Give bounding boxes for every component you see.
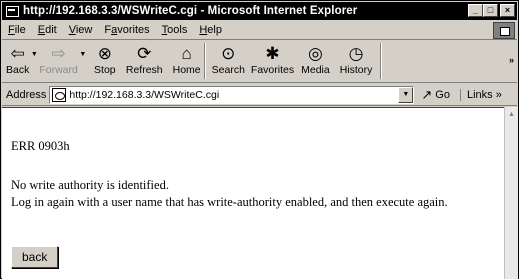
close-button[interactable]: × [500, 4, 515, 17]
menu-help[interactable]: Help [193, 24, 228, 36]
favorites-toolbar-button[interactable]: ✱ Favorites [251, 41, 294, 81]
address-bar: Address http://192.168.3.3/WSWriteC.cgi … [2, 84, 517, 106]
toolbar-separator [380, 43, 383, 79]
error-code: ERR 0903h [11, 139, 70, 153]
address-url[interactable]: http://192.168.3.3/WSWriteC.cgi [69, 89, 219, 101]
menu-file[interactable]: File [2, 24, 32, 36]
go-button[interactable]: ↗ Go [421, 87, 450, 103]
window-title: http://192.168.3.3/WSWriteC.cgi - Micros… [23, 5, 358, 17]
forward-dropdown-icon[interactable]: ▼ [78, 41, 88, 58]
history-icon: ◷ [348, 43, 364, 63]
favorites-label: Favorites [250, 64, 295, 76]
back-dropdown-icon[interactable]: ▼ [29, 41, 39, 58]
title-bar: http://192.168.3.3/WSWriteC.cgi - Micros… [2, 2, 517, 20]
history-toolbar-button[interactable]: ◷ History [340, 41, 373, 81]
stop-label: Stop [94, 64, 116, 76]
menu-favorites[interactable]: Favorites [98, 24, 155, 36]
media-label: Media [301, 64, 330, 76]
error-message: No write authority is identified. Log in… [11, 177, 496, 210]
page-content: ERR 0903h No write authority is identifi… [2, 107, 504, 279]
address-input[interactable]: http://192.168.3.3/WSWriteC.cgi ▼ [49, 85, 415, 104]
refresh-toolbar-button[interactable]: ⟳ Refresh [126, 41, 163, 81]
toolbar-chevron-icon[interactable]: » [509, 55, 514, 65]
menu-view[interactable]: View [63, 24, 99, 36]
ie-page-icon [5, 4, 19, 18]
error-line-1: No write authority is identified. [11, 178, 169, 192]
search-toolbar-button[interactable]: ⊙ Search [212, 41, 245, 81]
browser-window: http://192.168.3.3/WSWriteC.cgi - Micros… [0, 0, 519, 279]
stop-icon: ⊗ [97, 43, 112, 63]
search-label: Search [211, 64, 245, 76]
standard-toolbar: ⇦ Back ▼ ⇨ Forward ▼ ⊗ Stop ⟳ Refresh ⌂ … [2, 41, 517, 83]
address-dropdown-icon[interactable]: ▼ [398, 86, 414, 103]
menu-tools[interactable]: Tools [156, 24, 194, 36]
forward-arrow-icon: ⇨ [51, 43, 66, 63]
forward-label: Forward [39, 64, 78, 76]
menu-edit[interactable]: Edit [32, 24, 63, 36]
stop-toolbar-button[interactable]: ⊗ Stop [94, 41, 116, 81]
toolbar-separator [203, 43, 206, 79]
window-controls: _ □ × [468, 4, 515, 17]
go-arrow-icon: ↗ [421, 86, 433, 102]
forward-toolbar-button[interactable]: ⇨ Forward [39, 41, 78, 81]
scroll-up-icon[interactable]: ▲ [505, 108, 518, 121]
ie-page-icon [52, 87, 67, 102]
home-icon: ⌂ [181, 43, 192, 63]
back-arrow-icon: ⇦ [10, 43, 25, 63]
go-label: Go [435, 88, 450, 101]
vertical-scrollbar[interactable]: ▲ [504, 107, 518, 279]
refresh-icon: ⟳ [137, 43, 152, 63]
home-label: Home [172, 64, 201, 76]
history-label: History [339, 64, 373, 76]
error-line-2: Log in again with a user name that has w… [11, 194, 448, 209]
links-button[interactable]: Links » [459, 88, 502, 101]
maximize-button[interactable]: □ [483, 4, 498, 17]
back-label: Back [6, 64, 30, 76]
menu-bar: File Edit View Favorites Tools Help [2, 21, 517, 40]
address-label: Address [6, 88, 47, 101]
media-icon: ◎ [307, 43, 323, 63]
back-button[interactable]: back [11, 246, 59, 268]
refresh-label: Refresh [125, 64, 163, 76]
home-toolbar-button[interactable]: ⌂ Home [173, 41, 201, 81]
back-toolbar-button[interactable]: ⇦ Back [6, 41, 29, 81]
favorites-star-icon: ✱ [265, 43, 280, 63]
windows-logo-icon [493, 22, 515, 39]
minimize-button[interactable]: _ [468, 4, 483, 17]
media-toolbar-button[interactable]: ◎ Media [301, 41, 330, 81]
search-icon: ⊙ [221, 43, 236, 63]
